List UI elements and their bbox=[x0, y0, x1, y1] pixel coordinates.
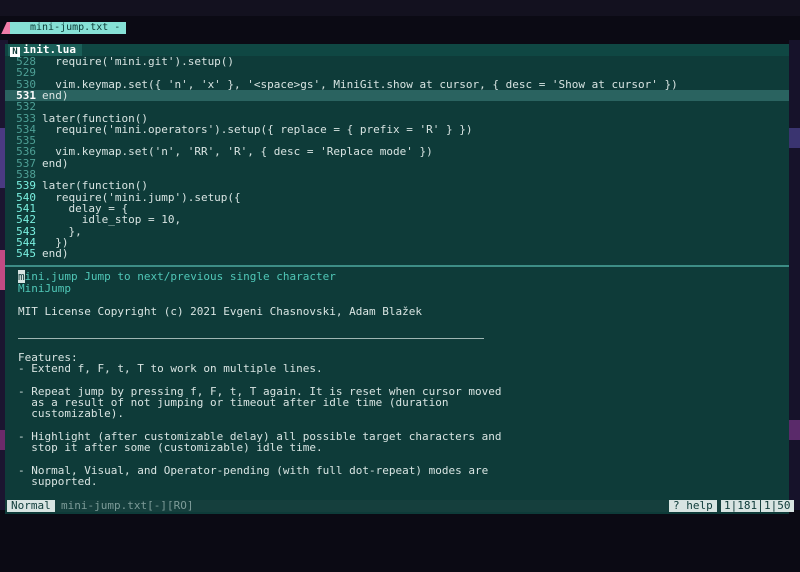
bg-strip bbox=[0, 0, 800, 16]
code-line[interactable]: 543 }, bbox=[5, 225, 789, 237]
window-separator bbox=[5, 265, 789, 267]
feature-line: supported. bbox=[18, 475, 98, 488]
tabline: mini-jump.txt - bbox=[0, 22, 800, 34]
help-title-text: ini.jump Jump to next/previous single ch… bbox=[24, 270, 336, 283]
help-rule bbox=[18, 338, 484, 339]
mode-indicator: Normal bbox=[7, 500, 55, 512]
code-line[interactable]: 534 require('mini.operators').setup({ re… bbox=[5, 122, 789, 136]
tab-mini-jump[interactable]: mini-jump.txt - bbox=[10, 22, 127, 34]
help-badge[interactable]: ? help bbox=[669, 500, 717, 512]
line-text: end) bbox=[42, 156, 69, 170]
bg-strip bbox=[789, 128, 800, 148]
code-line[interactable]: 528 require('mini.git').setup() bbox=[5, 55, 789, 68]
code-line[interactable]: 545 end) bbox=[5, 247, 789, 261]
statusline: Normal mini-jump.txt[-][RO] ? help 1|181… bbox=[5, 499, 794, 512]
bg-strip bbox=[789, 420, 800, 440]
help-tag: MiniJump bbox=[18, 282, 71, 295]
code-line[interactable]: 531 end) bbox=[5, 90, 789, 101]
code-line[interactable]: 530 vim.keymap.set({ 'n', 'x' }, '<space… bbox=[5, 77, 789, 91]
help-title: mini.jump Jump to next/previous single c… bbox=[18, 270, 336, 283]
code-line[interactable]: 536 vim.keymap.set('n', 'RR', 'R', { des… bbox=[5, 145, 789, 159]
status-filename: mini-jump.txt[-][RO] bbox=[61, 499, 194, 512]
line-text: end) bbox=[42, 88, 69, 102]
code-line[interactable]: 537 end) bbox=[5, 156, 789, 170]
line-text: require('mini.git').setup() bbox=[42, 55, 235, 68]
cursor-position: 1|181 bbox=[721, 500, 761, 512]
cursor-position-col: 1|50 bbox=[761, 500, 794, 512]
line-number: 545 bbox=[16, 247, 36, 261]
line-text: vim.keymap.set('n', 'RR', 'R', { desc = … bbox=[42, 145, 433, 159]
line-number: 539 bbox=[16, 179, 36, 193]
line-text: require('mini.operators').setup({ replac… bbox=[42, 122, 473, 136]
editor-window[interactable]: Ninit.lua 528 require('mini.git').setup(… bbox=[5, 44, 789, 514]
line-number: 532 bbox=[16, 100, 36, 114]
line-text: end) bbox=[42, 247, 69, 261]
license-line: MIT License Copyright (c) 2021 Evgeni Ch… bbox=[18, 305, 422, 318]
feature-line: stop it after some (customizable) idle t… bbox=[18, 441, 323, 455]
feature-line: customizable). bbox=[18, 407, 124, 421]
feature-line: - Extend f, F, t, T to work on multiple … bbox=[18, 362, 323, 375]
line-number: 529 bbox=[16, 66, 36, 80]
line-number: 536 bbox=[16, 145, 36, 159]
line-text: vim.keymap.set({ 'n', 'x' }, '<space>gs'… bbox=[42, 77, 678, 91]
line-number: 542 bbox=[16, 213, 36, 227]
code-line[interactable]: 544 }) bbox=[5, 236, 789, 248]
code-line[interactable]: 542 idle_stop = 10, bbox=[5, 213, 789, 227]
